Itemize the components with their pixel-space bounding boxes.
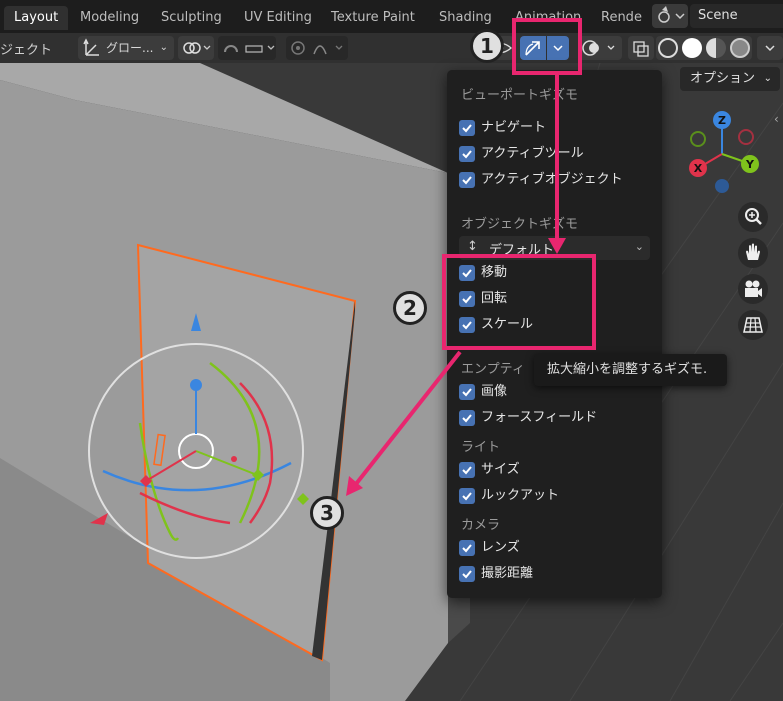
- snap-magnet-icon: [224, 45, 275, 53]
- tab-modeling[interactable]: Modeling: [70, 6, 149, 30]
- perspective-toggle-button[interactable]: [738, 310, 768, 340]
- solid-shading-icon[interactable]: [682, 38, 702, 58]
- workspace-tab-bar: Layout Modeling Sculpting UV Editing Tex…: [0, 0, 783, 33]
- rendered-shading-icon[interactable]: [730, 38, 750, 58]
- tab-animation[interactable]: Animation: [505, 6, 591, 30]
- checkbox-icon[interactable]: [459, 566, 475, 582]
- checkbox-label: アクティブツール: [481, 146, 584, 161]
- checkbox-label: ナビゲート: [481, 120, 547, 135]
- tab-uv-editing[interactable]: UV Editing: [234, 6, 322, 30]
- scene-name-field[interactable]: Scene: [690, 4, 783, 28]
- annotation-number-1: 1: [470, 29, 504, 63]
- gizmo-menu-dropdown[interactable]: [547, 36, 569, 60]
- checkbox-icon[interactable]: [459, 384, 475, 400]
- checkbox-label: アクティブオブジェクト: [481, 172, 623, 187]
- checkbox-icon[interactable]: [459, 462, 475, 478]
- wireframe-shading-icon[interactable]: [658, 38, 678, 58]
- checkbox-label: ルックアット: [481, 488, 560, 503]
- nav-y-label: Y: [745, 158, 755, 171]
- checkbox-icon[interactable]: [459, 291, 475, 307]
- tab-layout[interactable]: Layout: [4, 6, 69, 30]
- gizmo-popover: ビューポートギズモ ナビゲート アクティブツール アクティブオブジェクト オブジ…: [447, 70, 662, 598]
- zoom-icon: [745, 208, 762, 225]
- checkbox-label: 回転: [481, 291, 508, 306]
- xray-icon: [633, 41, 649, 57]
- transform-orientation-dropdown[interactable]: グロー... ⌄: [78, 36, 174, 60]
- checkbox-icon[interactable]: [459, 146, 475, 162]
- checkbox-label: スケール: [481, 317, 534, 332]
- checkbox-label: 撮影距離: [481, 566, 534, 581]
- chevron-down-icon: ⌄: [763, 73, 772, 84]
- object-gizmo-heading: オブジェクトギズモ: [461, 217, 579, 232]
- pan-tool-button[interactable]: [738, 238, 768, 268]
- checkbox-icon[interactable]: [459, 410, 475, 426]
- checkbox-icon[interactable]: [459, 540, 475, 556]
- nav-z-label: Z: [718, 114, 726, 127]
- navigation-gizmo[interactable]: Z X Y: [680, 108, 780, 200]
- overlays-button[interactable]: [578, 36, 622, 60]
- checkbox-icon[interactable]: [459, 265, 475, 281]
- z-scale-handle: [190, 379, 202, 391]
- chevron-down-icon: ⌄: [634, 240, 644, 253]
- viewport-gizmo-heading: ビューポートギズモ: [461, 88, 579, 103]
- nav-x-label: X: [694, 162, 703, 175]
- grid-icon: [743, 317, 763, 333]
- scale-gizmo-tooltip: 拡大縮小を調整するギズモ.: [534, 354, 727, 386]
- scene-selector-button[interactable]: [652, 4, 688, 28]
- checkbox-icon[interactable]: [459, 488, 475, 504]
- checkbox-icon[interactable]: [459, 172, 475, 188]
- checkbox-label: レンズ: [481, 540, 520, 555]
- checkbox-label: 移動: [481, 265, 508, 280]
- origin-dot: [231, 456, 237, 462]
- gizmo-arrow-icon: [525, 41, 540, 56]
- scene-icon: [658, 6, 685, 23]
- camera-view-button[interactable]: [738, 274, 768, 304]
- material-shading-icon[interactable]: [706, 38, 726, 58]
- object-gizmo-orientation-dropdown[interactable]: ↕ デフォルト ⌄: [459, 236, 650, 260]
- annotation-number-3: 3: [310, 496, 344, 530]
- checkbox-label: 画像: [481, 384, 508, 399]
- object-mode-label[interactable]: ジェクト: [0, 39, 52, 58]
- tab-texture-paint[interactable]: Texture Paint: [321, 6, 425, 30]
- pivot-point-button[interactable]: [178, 36, 214, 60]
- shading-options-dropdown[interactable]: [757, 36, 783, 60]
- orientation-value: グロー...: [106, 41, 154, 55]
- chevron-down-icon: [553, 45, 563, 52]
- checkbox-label: サイズ: [481, 462, 520, 477]
- tab-shading[interactable]: Shading: [429, 6, 502, 30]
- camera-heading: カメラ: [461, 518, 501, 533]
- chevron-down-icon: [765, 45, 775, 52]
- camera-icon: [745, 280, 762, 297]
- chevron-down-icon: ⌄: [159, 42, 168, 53]
- tab-rendering[interactable]: Rende: [591, 6, 652, 30]
- proportional-falloff-icon: [291, 41, 343, 55]
- tab-sculpting[interactable]: Sculpting: [151, 6, 232, 30]
- light-heading: ライト: [461, 440, 501, 455]
- overlay-circles-icon: [582, 40, 615, 56]
- checkbox-icon[interactable]: [459, 317, 475, 333]
- options-label: オプション: [690, 71, 756, 86]
- show-gizmo-toggle[interactable]: [520, 36, 546, 60]
- snap-toggle-group[interactable]: [218, 36, 276, 60]
- options-dropdown[interactable]: オプション ⌄: [680, 67, 780, 91]
- orientation-arrows-icon: ↕: [467, 239, 478, 254]
- dropdown-value: デフォルト: [489, 243, 555, 258]
- checkbox-icon[interactable]: [459, 120, 475, 136]
- empty-heading: エンプティ: [461, 362, 525, 377]
- checkbox-label: フォースフィールド: [481, 410, 598, 425]
- pivot-link-icon: [183, 42, 211, 54]
- hand-icon: [746, 243, 760, 260]
- orientation-axes-icon: [83, 38, 99, 56]
- viewport-header: ジェクト グロー... ⌄: [0, 33, 783, 63]
- xray-toggle[interactable]: [628, 36, 654, 60]
- annotation-number-2: 2: [393, 291, 427, 325]
- zoom-tool-button[interactable]: [738, 202, 768, 232]
- proportional-editing-group[interactable]: [286, 36, 348, 60]
